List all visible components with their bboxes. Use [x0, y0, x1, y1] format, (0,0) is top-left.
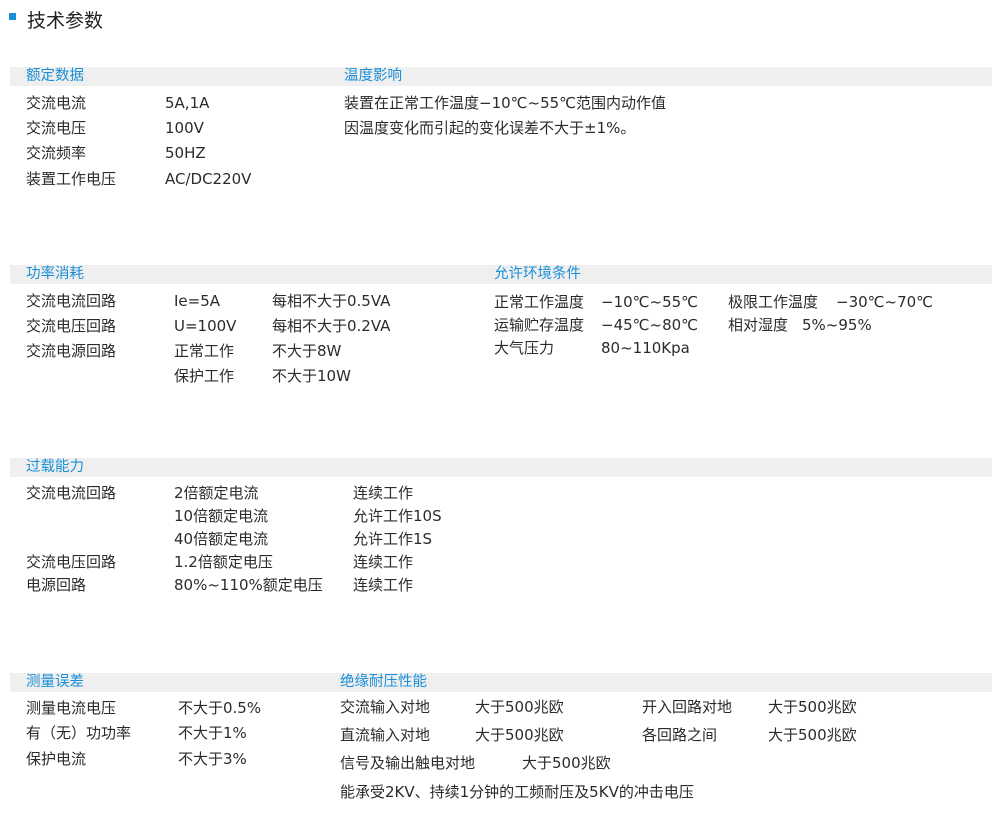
power-label: 交流电流回路 [26, 292, 117, 310]
overload-label: 交流电压回路 [26, 553, 117, 571]
rated-label: 交流电压 [26, 119, 87, 137]
section-header-insulation: 绝缘耐压性能 [340, 674, 427, 690]
power-value: 每相不大于0.5VA [272, 292, 391, 310]
section-band-overload [10, 458, 992, 477]
insulation-value: 大于500兆欧 [475, 698, 564, 716]
environment-label: 运输贮存温度 [494, 316, 585, 334]
overload-label: 电源回路 [26, 576, 87, 594]
rated-value: 100V [165, 119, 204, 137]
title-bullet-icon [9, 13, 16, 20]
environment-label: 相对湿度 [728, 316, 789, 334]
insulation-label: 开入回路对地 [642, 698, 733, 716]
overload-value: 连续工作 [353, 576, 414, 594]
environment-value: 80~110Kpa [601, 339, 690, 357]
insulation-label: 信号及输出触电对地 [340, 754, 476, 772]
insulation-value: 大于500兆欧 [522, 754, 611, 772]
page-title: 技术参数 [27, 10, 104, 32]
power-value: 不大于8W [272, 342, 342, 360]
insulation-value: 大于500兆欧 [475, 726, 564, 744]
power-condition: Ie=5A [174, 292, 221, 310]
measurement-value: 不大于0.5% [178, 699, 262, 717]
power-value: 每相不大于0.2VA [272, 317, 391, 335]
overload-value: 连续工作 [353, 484, 414, 502]
insulation-value: 大于500兆欧 [768, 726, 857, 744]
section-header-temperature: 温度影响 [344, 68, 402, 84]
overload-value: 连续工作 [353, 553, 414, 571]
measurement-label: 有（无）功功率 [26, 724, 132, 742]
overload-value: 允许工作1S [353, 530, 433, 548]
power-label: 交流电压回路 [26, 317, 117, 335]
section-band-measurement [10, 673, 992, 692]
environment-value: 5%~95% [802, 316, 872, 334]
insulation-label: 交流输入对地 [340, 698, 431, 716]
power-condition: 保护工作 [174, 367, 235, 385]
section-band-rated [10, 67, 992, 86]
environment-value: −45℃~80℃ [601, 316, 699, 334]
environment-label: 正常工作温度 [494, 293, 585, 311]
section-header-measurement: 测量误差 [26, 674, 84, 690]
rated-value: 50HZ [165, 144, 206, 162]
environment-value: −10℃~55℃ [601, 293, 699, 311]
insulation-label: 直流输入对地 [340, 726, 431, 744]
section-header-overload: 过载能力 [26, 459, 84, 475]
power-label: 交流电源回路 [26, 342, 117, 360]
measurement-value: 不大于3% [178, 750, 247, 768]
overload-value: 允许工作10S [353, 507, 442, 525]
measurement-label: 测量电流电压 [26, 699, 117, 717]
power-condition: 正常工作 [174, 342, 235, 360]
insulation-value: 大于500兆欧 [768, 698, 857, 716]
temperature-line: 因温度变化而引起的变化误差不大于±1%。 [344, 119, 636, 137]
section-header-power: 功率消耗 [26, 266, 84, 282]
environment-value: −30℃~70℃ [836, 293, 934, 311]
section-header-environment: 允许环境条件 [494, 266, 581, 282]
overload-condition: 1.2倍额定电压 [174, 553, 273, 571]
overload-condition: 80%~110%额定电压 [174, 576, 323, 594]
rated-label: 交流频率 [26, 144, 87, 162]
insulation-note: 能承受2KV、持续1分钟的工频耐压及5KV的冲击电压 [340, 783, 694, 801]
overload-condition: 2倍额定电流 [174, 484, 259, 502]
rated-value: 5A,1A [165, 94, 210, 112]
power-condition: U=100V [174, 317, 237, 335]
power-value: 不大于10W [272, 367, 351, 385]
section-header-rated: 额定数据 [26, 68, 84, 84]
insulation-label: 各回路之间 [642, 726, 718, 744]
temperature-line: 装置在正常工作温度−10℃~55℃范围内动作值 [344, 94, 667, 112]
rated-value: AC/DC220V [165, 170, 252, 188]
overload-label: 交流电流回路 [26, 484, 117, 502]
environment-label: 极限工作温度 [728, 293, 819, 311]
measurement-value: 不大于1% [178, 724, 247, 742]
rated-label: 装置工作电压 [26, 170, 117, 188]
overload-condition: 10倍额定电流 [174, 507, 269, 525]
measurement-label: 保护电流 [26, 750, 87, 768]
rated-label: 交流电流 [26, 94, 87, 112]
overload-condition: 40倍额定电流 [174, 530, 269, 548]
environment-label: 大气压力 [494, 339, 555, 357]
